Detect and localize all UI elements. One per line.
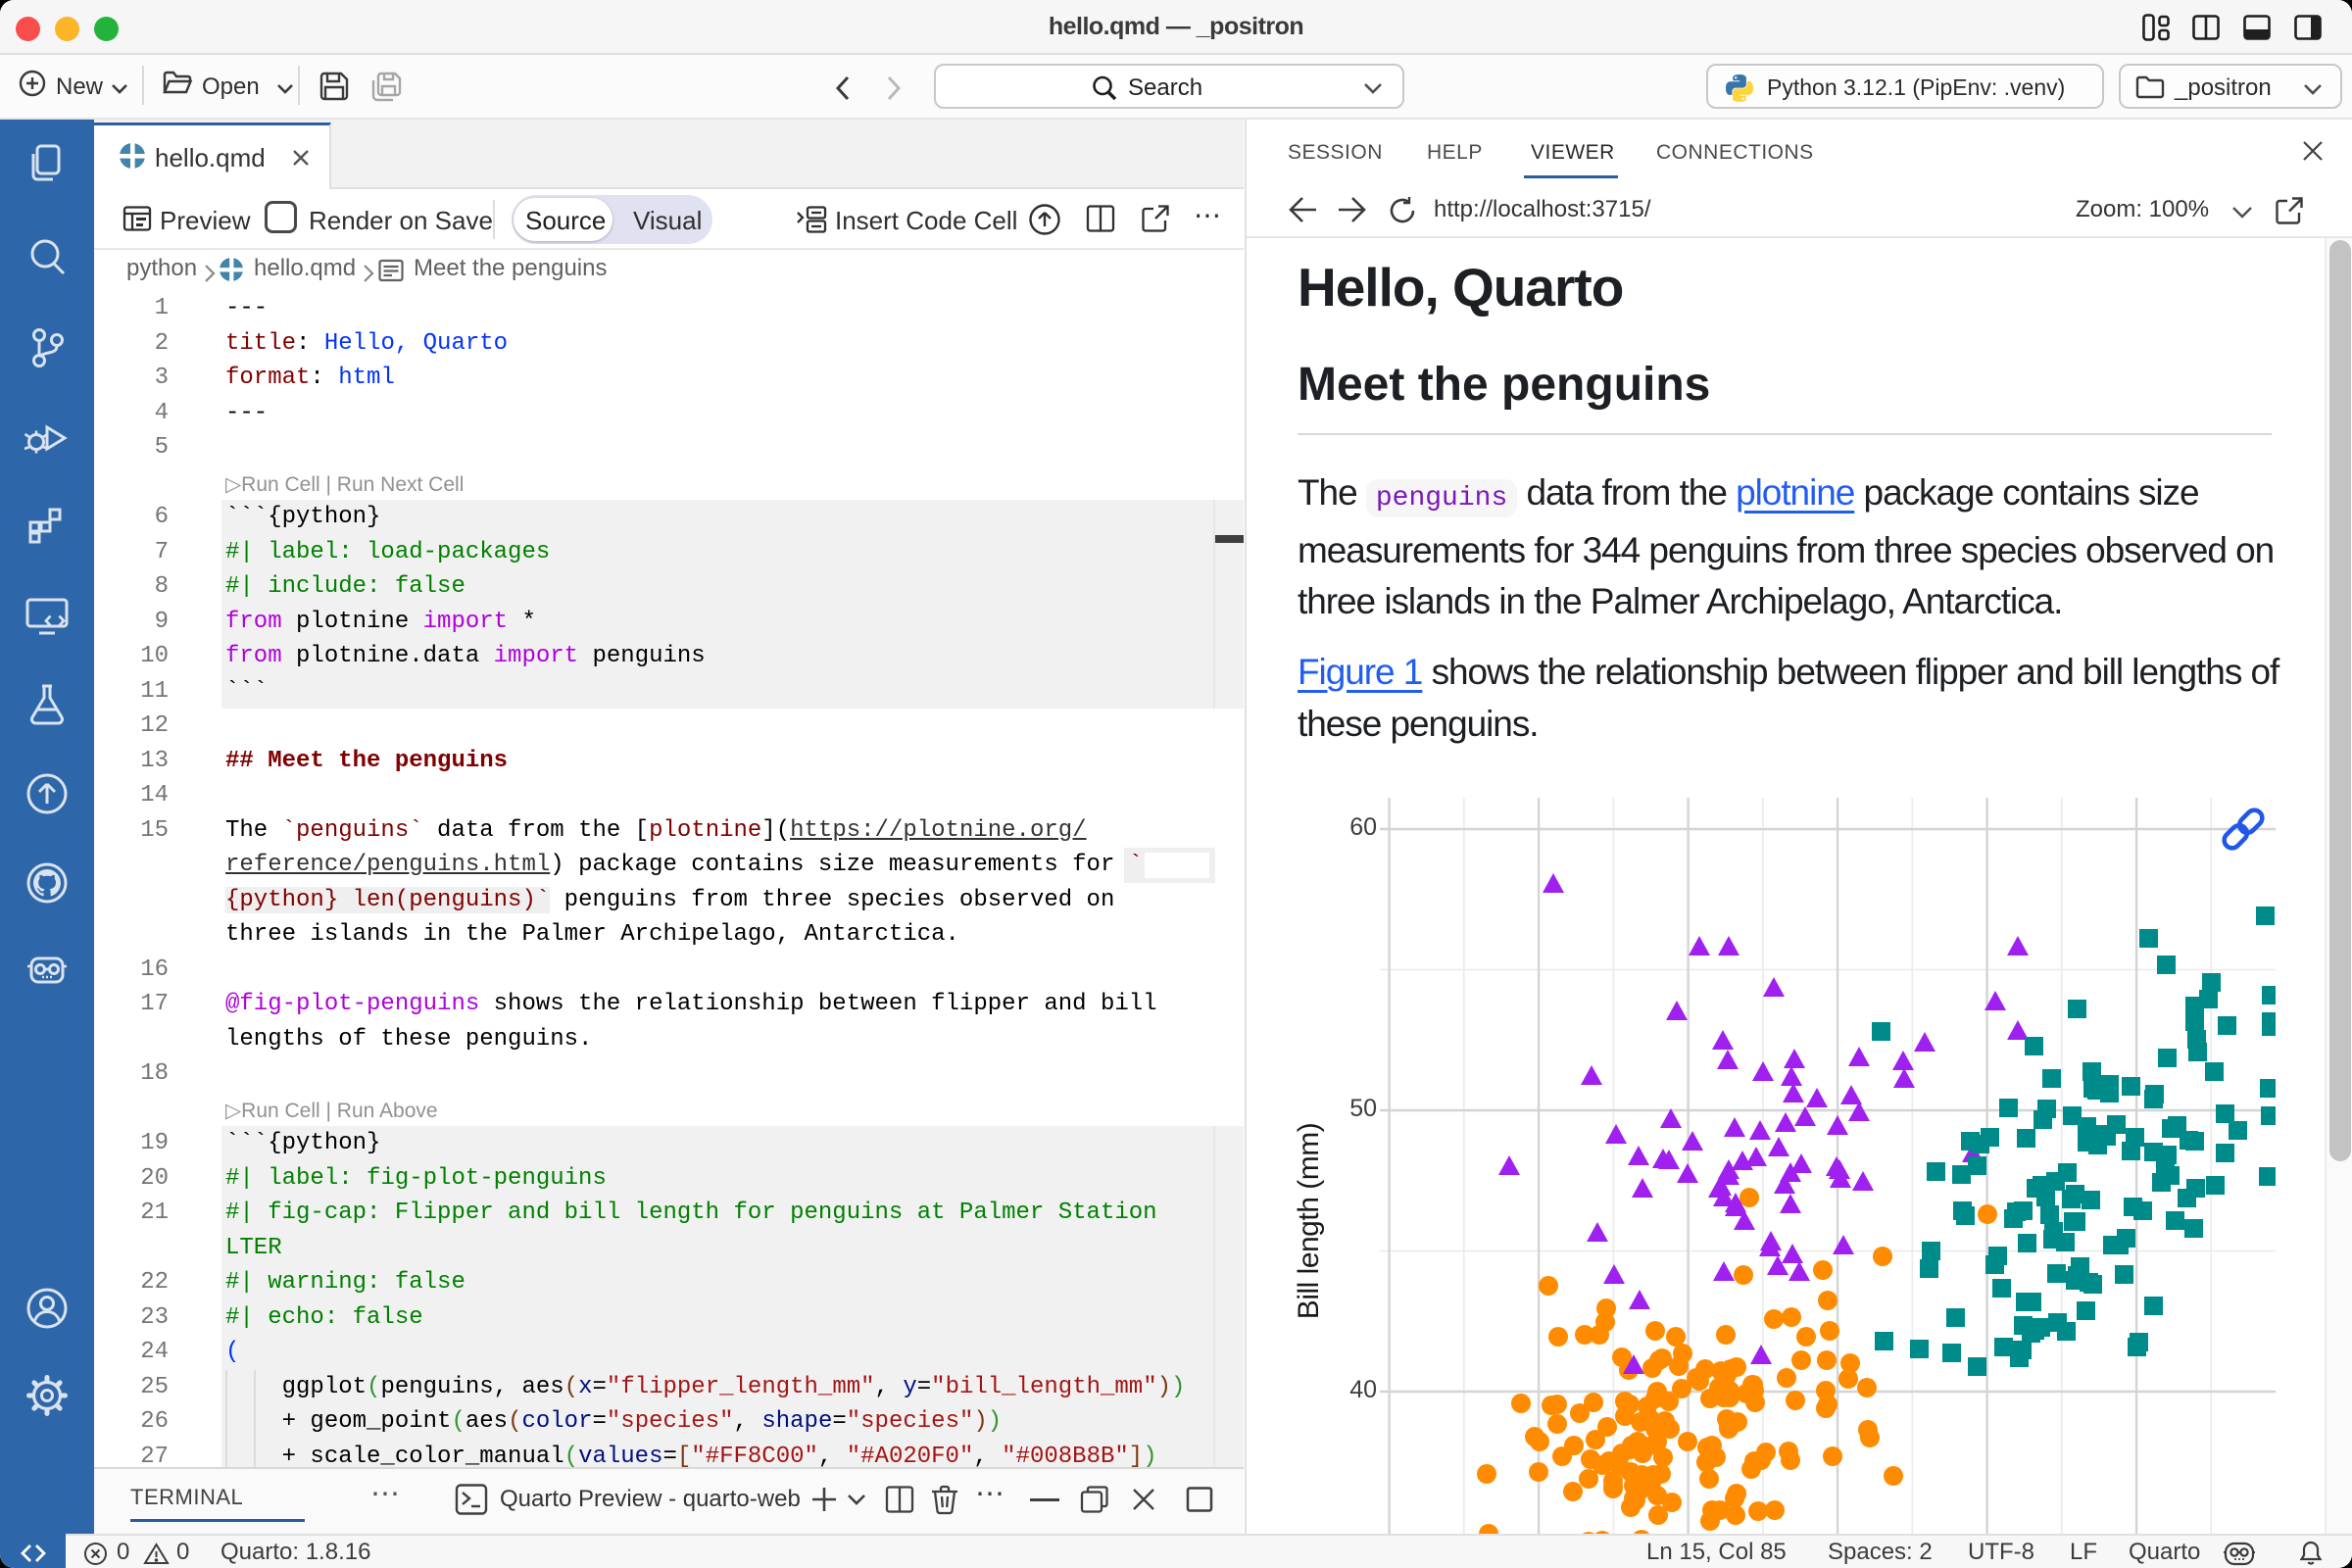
svg-text:60: 60 [1349, 813, 1377, 841]
svg-text:40: 40 [1349, 1376, 1377, 1403]
svg-text:50: 50 [1349, 1095, 1377, 1122]
svg-text:Bill length (mm): Bill length (mm) [1293, 1123, 1325, 1319]
